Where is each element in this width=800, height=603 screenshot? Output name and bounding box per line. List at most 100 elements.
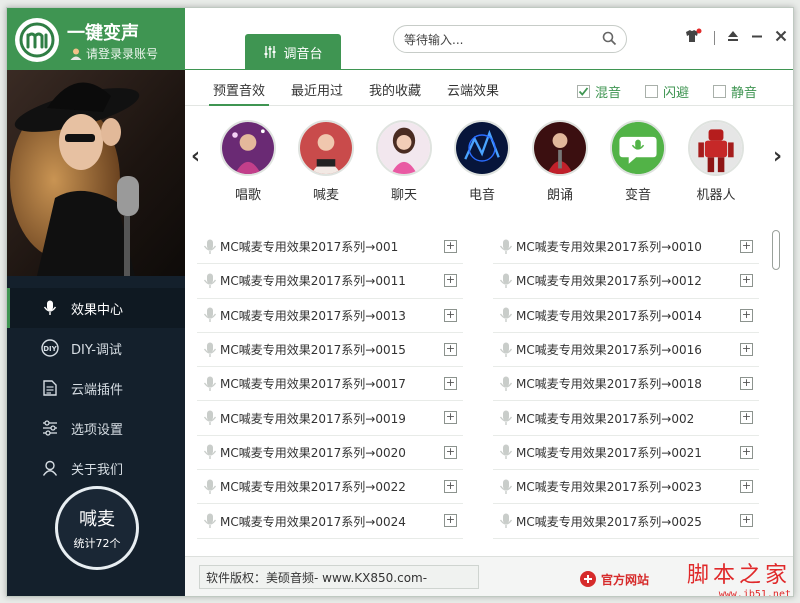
category-voice-change[interactable]: 变音 bbox=[605, 120, 671, 203]
list-item[interactable]: MC喊麦专用效果2017系列→0011 + bbox=[197, 264, 463, 299]
list-item[interactable]: MC喊麦专用效果2017系列→0016 + bbox=[493, 333, 759, 368]
add-effect-button[interactable]: + bbox=[740, 480, 753, 494]
list-item[interactable]: MC喊麦专用效果2017系列→0010 + bbox=[493, 230, 759, 265]
chevron-right-icon[interactable]: › bbox=[773, 144, 782, 169]
mic-icon bbox=[499, 410, 513, 426]
add-effect-button[interactable]: + bbox=[444, 411, 457, 425]
add-effect-button[interactable]: + bbox=[444, 274, 457, 288]
search-icon[interactable] bbox=[602, 31, 617, 49]
category-robot[interactable]: 机器人 bbox=[683, 120, 749, 203]
list-item[interactable]: MC喊麦专用效果2017系列→002 + bbox=[493, 401, 759, 436]
effect-name: MC喊麦专用效果2017系列→0019 bbox=[220, 411, 406, 426]
effect-name: MC喊麦专用效果2017系列→0018 bbox=[516, 377, 702, 392]
sidebar-item-effect-center[interactable]: 效果中心 bbox=[7, 288, 185, 328]
add-effect-button[interactable]: + bbox=[740, 274, 753, 288]
chevron-left-icon[interactable]: ‹ bbox=[191, 144, 200, 169]
tab-preset-effects[interactable]: 预置音效 bbox=[208, 80, 270, 106]
official-site-icon bbox=[580, 571, 596, 587]
checkbox-mix[interactable] bbox=[577, 85, 590, 98]
app-window: 一键变声 请登录录账号 效果中心 DIY DIY-调试 云端插件 选项设置 关于… bbox=[6, 7, 794, 597]
subtab-bar: 预置音效 最近用过 我的收藏 云端效果 混音 闪避 静音 bbox=[185, 70, 793, 106]
effect-name: MC喊麦专用效果2017系列→0016 bbox=[516, 343, 702, 358]
list-item[interactable]: MC喊麦专用效果2017系列→0017 + bbox=[197, 367, 463, 402]
sidebar-nav: 效果中心 DIY DIY-调试 云端插件 选项设置 关于我们 bbox=[7, 288, 185, 488]
mic-icon bbox=[499, 273, 513, 288]
effect-name: MC喊麦专用效果2017系列→0011 bbox=[220, 274, 406, 289]
tab-mixer[interactable]: 调音台 bbox=[245, 34, 341, 70]
search-box bbox=[393, 25, 627, 53]
list-item[interactable]: MC喊麦专用效果2017系列→0022 + bbox=[197, 470, 463, 505]
list-item[interactable]: MC喊麦专用效果2017系列→0019 + bbox=[197, 401, 463, 436]
add-effect-button[interactable]: + bbox=[444, 342, 457, 356]
minimize-icon[interactable] bbox=[751, 30, 763, 45]
singer-photo bbox=[7, 70, 185, 276]
list-item[interactable]: MC喊麦专用效果2017系列→0020 + bbox=[197, 436, 463, 471]
add-effect-button[interactable]: + bbox=[444, 514, 457, 528]
search-input[interactable] bbox=[404, 31, 594, 48]
option-mix[interactable]: 混音 bbox=[577, 82, 621, 101]
app-title: 一键变声 bbox=[67, 23, 139, 44]
mic-icon bbox=[41, 299, 59, 317]
list-item[interactable]: MC喊麦专用效果2017系列→0012 + bbox=[493, 264, 759, 299]
sidebar-item-about[interactable]: 关于我们 bbox=[7, 448, 185, 488]
add-effect-button[interactable]: + bbox=[444, 480, 457, 494]
add-effect-button[interactable]: + bbox=[740, 445, 753, 459]
effect-name: MC喊麦专用效果2017系列→0024 bbox=[220, 514, 406, 529]
category-shout[interactable]: 喊麦 bbox=[293, 120, 359, 203]
effect-list: MC喊麦专用效果2017系列→001 + MC喊麦专用效果2017系列→0011 + M… bbox=[197, 230, 767, 550]
list-item[interactable]: MC喊麦专用效果2017系列→0021 + bbox=[493, 436, 759, 471]
add-effect-button[interactable]: + bbox=[740, 308, 753, 322]
category-label: 朗诵 bbox=[546, 188, 573, 203]
tab-recent[interactable]: 最近用过 bbox=[291, 80, 343, 99]
official-site-link[interactable]: 官方网站 bbox=[579, 570, 649, 588]
tab-favorites[interactable]: 我的收藏 bbox=[369, 80, 421, 99]
effect-list-right: MC喊麦专用效果2017系列→0010 + MC喊麦专用效果2017系列→0012 +… bbox=[493, 230, 759, 539]
add-effect-button[interactable]: + bbox=[740, 514, 753, 528]
add-effect-button[interactable]: + bbox=[444, 240, 457, 253]
add-effect-button[interactable]: + bbox=[444, 308, 457, 322]
site-watermark: 脚本之家 www.jb51.net bbox=[687, 557, 791, 596]
list-item[interactable]: MC喊麦专用效果2017系列→0015 + bbox=[197, 333, 463, 368]
list-item[interactable]: MC喊麦专用效果2017系列→0018 + bbox=[493, 367, 759, 402]
add-effect-button[interactable]: + bbox=[444, 377, 457, 391]
list-item[interactable]: MC喊麦专用效果2017系列→0013 + bbox=[197, 299, 463, 333]
list-item[interactable]: MC喊麦专用效果2017系列→0023 + bbox=[493, 470, 759, 505]
counter-title: 喊麦 bbox=[79, 509, 115, 530]
add-effect-button[interactable]: + bbox=[740, 411, 753, 425]
login-label: 请登录录账号 bbox=[86, 47, 159, 61]
category-label: 电音 bbox=[468, 188, 495, 203]
list-item[interactable]: MC喊麦专用效果2017系列→0024 + bbox=[197, 504, 463, 539]
add-effect-button[interactable]: + bbox=[740, 240, 753, 253]
eject-icon[interactable] bbox=[727, 30, 739, 45]
list-item[interactable]: MC喊麦专用效果2017系列→0014 + bbox=[493, 299, 759, 333]
category-counter: 喊麦 统计72个 bbox=[55, 486, 139, 570]
list-scrollbar[interactable] bbox=[772, 230, 780, 550]
scrollbar-thumb[interactable] bbox=[772, 230, 780, 270]
add-effect-button[interactable]: + bbox=[740, 377, 753, 391]
add-effect-button[interactable]: + bbox=[740, 342, 753, 356]
mic-icon bbox=[203, 513, 217, 529]
close-icon[interactable] bbox=[775, 30, 787, 45]
option-dodge[interactable]: 闪避 bbox=[645, 82, 689, 101]
add-effect-button[interactable]: + bbox=[444, 445, 457, 459]
effect-list-left: MC喊麦专用效果2017系列→001 + MC喊麦专用效果2017系列→0011 + M… bbox=[197, 230, 463, 539]
checkbox-mute[interactable] bbox=[713, 85, 726, 98]
checkbox-dodge[interactable] bbox=[645, 85, 658, 98]
user-icon bbox=[41, 459, 59, 477]
category-carousel: ‹ 唱歌 喊麦 聊天 电音 朗诵 变音 机器人 › bbox=[185, 108, 793, 214]
category-sing[interactable]: 唱歌 bbox=[215, 120, 281, 203]
sidebar-item-cloud-plugin[interactable]: 云端插件 bbox=[7, 368, 185, 408]
sidebar-item-settings[interactable]: 选项设置 bbox=[7, 408, 185, 448]
list-item[interactable]: MC喊麦专用效果2017系列→0025 + bbox=[493, 504, 759, 539]
login-link[interactable]: 请登录录账号 bbox=[69, 45, 158, 62]
category-electronic[interactable]: 电音 bbox=[449, 120, 515, 203]
skin-icon[interactable] bbox=[684, 28, 702, 47]
option-mute[interactable]: 静音 bbox=[713, 82, 757, 101]
category-chat[interactable]: 聊天 bbox=[371, 120, 437, 203]
sidebar-item-diy[interactable]: DIY DIY-调试 bbox=[7, 328, 185, 368]
category-label: 变音 bbox=[624, 188, 651, 203]
tab-cloud-effects[interactable]: 云端效果 bbox=[447, 80, 499, 99]
list-item[interactable]: MC喊麦专用效果2017系列→001 + bbox=[197, 230, 463, 265]
category-recite[interactable]: 朗诵 bbox=[527, 120, 593, 203]
effect-name: MC喊麦专用效果2017系列→001 bbox=[220, 240, 399, 255]
